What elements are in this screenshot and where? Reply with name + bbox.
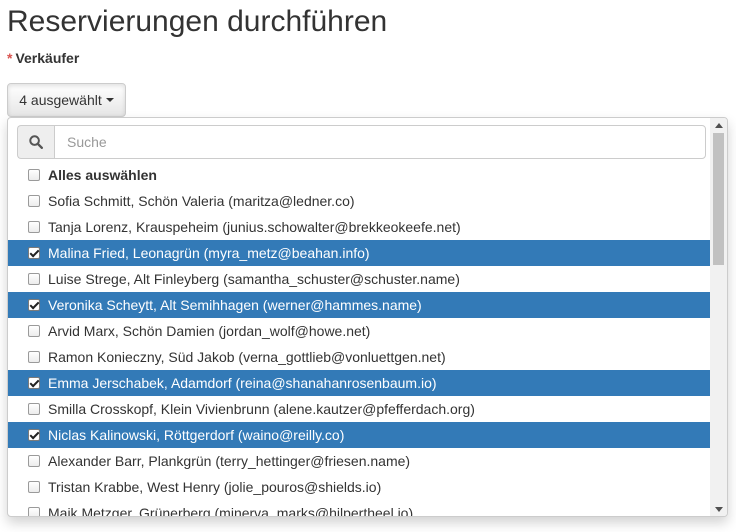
seller-option[interactable]: Tristan Krabbe, West Henry (jolie_pouros… [8,474,711,500]
option-label: Malina Fried, Leonagrün (myra_metz@beaha… [48,245,370,261]
option-label: Emma Jerschabek, Adamdorf (reina@shanaha… [48,375,437,391]
multiselect-button-label: 4 ausgewählt [19,92,102,108]
option-label: Alles auswählen [48,167,157,183]
option-label: Sofia Schmitt, Schön Valeria (maritza@le… [48,193,355,209]
seller-option[interactable]: Veronika Scheytt, Alt Semihhagen (werner… [8,292,711,318]
field-label-verkaeufer: * Verkäufer [7,50,79,66]
checkbox-icon[interactable] [28,403,40,415]
scroll-up-icon [714,122,723,128]
scroll-down-icon [714,506,723,512]
search-group [17,125,706,159]
select-all-option[interactable]: Alles auswählen [8,162,711,188]
seller-option[interactable]: Maik Metzger, Grünerberg (minerva_marks@… [8,500,711,517]
option-label: Alexander Barr, Plankgrün (terry_hetting… [48,453,411,469]
checkbox-checked-icon[interactable] [28,429,40,441]
option-label: Veronika Scheytt, Alt Semihhagen (werner… [48,297,422,313]
option-label: Tristan Krabbe, West Henry (jolie_pouros… [48,479,382,495]
seller-option[interactable]: Tanja Lorenz, Krauspeheim (junius.schowa… [8,214,711,240]
seller-option[interactable]: Luise Strege, Alt Finleyberg (samantha_s… [8,266,711,292]
caret-down-icon [105,98,114,102]
option-label: Ramon Konieczny, Süd Jakob (verna_gottli… [48,349,446,365]
option-label: Tanja Lorenz, Krauspeheim (junius.schowa… [48,219,461,235]
required-marker: * [7,50,13,66]
search-icon [17,125,54,159]
scroll-down-arrow[interactable] [710,502,727,516]
search-input[interactable] [54,125,706,159]
checkbox-icon[interactable] [28,455,40,467]
seller-option[interactable]: Sofia Schmitt, Schön Valeria (maritza@le… [8,188,711,214]
scroll-thumb[interactable] [713,133,724,265]
seller-option[interactable]: Malina Fried, Leonagrün (myra_metz@beaha… [8,240,711,266]
field-label-text: Verkäufer [15,50,80,66]
checkbox-icon[interactable] [28,351,40,363]
seller-option[interactable]: Arvid Marx, Schön Damien (jordan_wolf@ho… [8,318,711,344]
checkbox-icon[interactable] [28,169,40,181]
option-label: Niclas Kalinowski, Röttgerdorf (waino@re… [48,427,345,443]
option-label: Luise Strege, Alt Finleyberg (samantha_s… [48,271,460,287]
seller-option[interactable]: Alexander Barr, Plankgrün (terry_hetting… [8,448,711,474]
checkbox-icon[interactable] [28,481,40,493]
dropdown-scrollbar[interactable] [710,118,727,516]
checkbox-icon[interactable] [28,507,40,516]
option-list: Alles auswählen Sofia Schmitt, Schön Vale… [8,162,711,517]
multiselect-dropdown-menu: Alles auswählen Sofia Schmitt, Schön Vale… [7,117,728,517]
option-label: Arvid Marx, Schön Damien (jordan_wolf@ho… [48,323,371,339]
checkbox-checked-icon[interactable] [28,377,40,389]
scroll-up-arrow[interactable] [710,118,727,132]
option-label: Smilla Crosskopf, Klein Vivienbrunn (ale… [48,401,475,417]
checkbox-icon[interactable] [28,273,40,285]
checkbox-icon[interactable] [28,195,40,207]
page-title: Reservierungen durchführen [7,5,388,38]
seller-option[interactable]: Niclas Kalinowski, Röttgerdorf (waino@re… [8,422,711,448]
seller-option[interactable]: Smilla Crosskopf, Klein Vivienbrunn (ale… [8,396,711,422]
checkbox-checked-icon[interactable] [28,247,40,259]
checkbox-icon[interactable] [28,221,40,233]
option-label: Maik Metzger, Grünerberg (minerva_marks@… [48,505,414,517]
checkbox-checked-icon[interactable] [28,299,40,311]
seller-multiselect-button[interactable]: 4 ausgewählt [7,83,126,117]
seller-option[interactable]: Ramon Konieczny, Süd Jakob (verna_gottli… [8,344,711,370]
seller-option[interactable]: Emma Jerschabek, Adamdorf (reina@shanaha… [8,370,711,396]
checkbox-icon[interactable] [28,325,40,337]
